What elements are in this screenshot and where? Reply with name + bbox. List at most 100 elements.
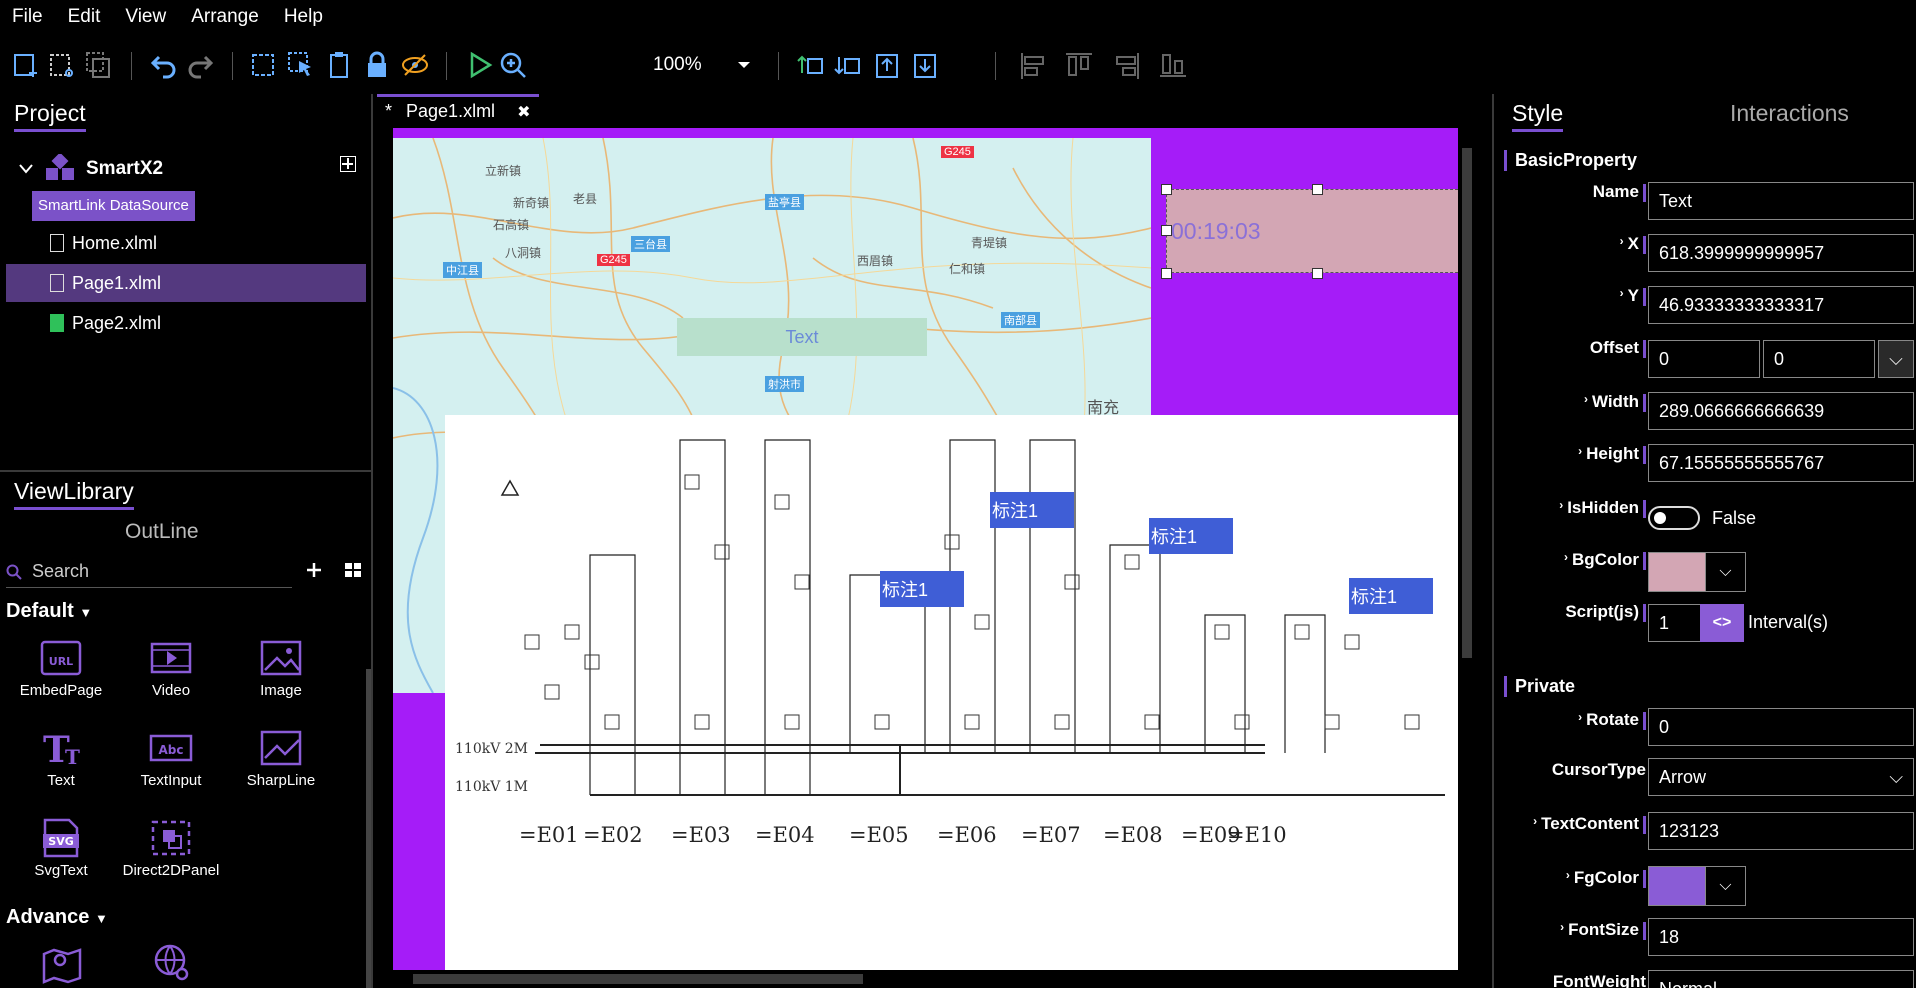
cursortype-select[interactable]: Arrow ⌵: [1648, 758, 1914, 796]
annotation-label[interactable]: 标注1: [880, 571, 964, 607]
viewlibrary-title[interactable]: ViewLibrary: [14, 478, 134, 510]
prop-textcontent-input[interactable]: 123123: [1648, 812, 1914, 850]
design-canvas[interactable]: 立新镇 新奇镇 石高镇 八洞镇 老县 南充 中江县 射洪市 西眉镇 三台县 盐亭…: [377, 128, 1475, 970]
prop-x-input[interactable]: 618.3999999999957: [1648, 234, 1914, 272]
map-place: 八洞镇: [505, 246, 542, 260]
scrollbar-thumb[interactable]: [413, 974, 863, 984]
annotation-label[interactable]: 标注1: [990, 492, 1074, 528]
lib-item-sharpline[interactable]: SharpLine: [226, 728, 336, 789]
single-line-diagram[interactable]: 标注1 标注1 标注1 标注1 110kV 2M 110kV 1M =E01 =…: [445, 415, 1459, 970]
prop-width-input[interactable]: 289.0666666666639: [1648, 392, 1914, 430]
map-icon[interactable]: [40, 944, 84, 984]
select-box-icon[interactable]: [246, 48, 280, 82]
paste-icon[interactable]: [322, 48, 356, 82]
selected-text-element[interactable]: 00:19:03: [1166, 189, 1468, 273]
tree-item-page2[interactable]: Page2.xlml: [6, 304, 366, 342]
bus-label: 110kV 2M: [455, 741, 529, 757]
lib-item-image[interactable]: Image: [226, 638, 336, 699]
close-icon[interactable]: ✖: [517, 102, 530, 122]
annotation-label[interactable]: 标注1: [1349, 578, 1433, 614]
prop-fontsize-input[interactable]: 18: [1648, 918, 1914, 956]
prop-fontweight-label: FontWeight: [1553, 972, 1646, 988]
send-backward-icon[interactable]: [832, 48, 866, 82]
library-scrollbar[interactable]: [366, 669, 371, 988]
outline-tab[interactable]: OutLine: [125, 520, 199, 544]
align-top-icon[interactable]: [1062, 48, 1096, 82]
fgcolor-picker[interactable]: ⌵: [1648, 866, 1746, 906]
search-input[interactable]: Search: [32, 561, 89, 582]
menu-file[interactable]: File: [12, 6, 43, 28]
resize-handle[interactable]: [1161, 268, 1172, 279]
project-root[interactable]: SmartX2: [18, 154, 163, 184]
resize-handle[interactable]: [1161, 184, 1172, 195]
lib-item-text[interactable]: TT Text: [6, 728, 116, 789]
chevron-down-icon[interactable]: [734, 58, 754, 72]
menu-help[interactable]: Help: [284, 6, 323, 28]
tab-page1[interactable]: * Page1.xlml ✖: [377, 94, 539, 126]
chevron-down-icon[interactable]: ⌵: [1705, 867, 1745, 905]
canvas-horizontal-scrollbar[interactable]: [393, 970, 1458, 988]
play-icon[interactable]: [462, 48, 496, 82]
scrollbar-thumb[interactable]: [1462, 148, 1472, 658]
new-page-icon[interactable]: [10, 48, 44, 82]
lib-item-label: SharpLine: [246, 772, 316, 789]
menu-edit[interactable]: Edit: [68, 6, 101, 28]
align-right-icon[interactable]: [1110, 48, 1144, 82]
menu-arrange[interactable]: Arrange: [191, 6, 259, 28]
canvas-vertical-scrollbar[interactable]: [1458, 128, 1476, 970]
chevron-down-icon[interactable]: ⌵: [1705, 553, 1745, 591]
prop-name-input[interactable]: Text: [1648, 182, 1914, 220]
send-to-back-icon[interactable]: [908, 48, 942, 82]
bgcolor-picker[interactable]: ⌵: [1648, 552, 1746, 592]
road-badge: G245: [941, 146, 974, 158]
align-bottom-icon[interactable]: [1156, 48, 1190, 82]
lib-item-embedpage[interactable]: URL EmbedPage: [6, 638, 116, 699]
lib-item-video[interactable]: Video: [116, 638, 226, 699]
map-text-element[interactable]: Text: [677, 318, 927, 356]
globe-search-icon[interactable]: [150, 942, 194, 984]
prop-height-input[interactable]: 67.15555555555767: [1648, 444, 1914, 482]
prop-fontweight-input[interactable]: Normal: [1648, 970, 1914, 988]
ishidden-toggle[interactable]: [1648, 506, 1700, 530]
menu-view[interactable]: View: [125, 6, 166, 28]
chevron-down-icon[interactable]: ⌵: [1878, 340, 1914, 378]
pointer-icon[interactable]: [284, 48, 318, 82]
prop-offset-y-input[interactable]: 0: [1763, 340, 1875, 378]
undo-icon[interactable]: [146, 48, 180, 82]
zoom-icon[interactable]: [496, 48, 530, 82]
copy-icon[interactable]: [82, 48, 116, 82]
library-search[interactable]: Search: [6, 556, 292, 588]
tree-item-page1[interactable]: Page1.xlml: [6, 264, 366, 302]
add-page-icon[interactable]: [340, 156, 356, 172]
bring-forward-icon[interactable]: [795, 48, 829, 82]
chevron-down-icon[interactable]: [18, 163, 34, 175]
cut-icon[interactable]: [46, 48, 80, 82]
resize-handle[interactable]: [1312, 268, 1323, 279]
resize-handle[interactable]: [1161, 225, 1172, 236]
grid-view-icon[interactable]: [344, 562, 362, 578]
datasource-badge[interactable]: SmartLink DataSource: [32, 191, 195, 221]
tab-interactions[interactable]: Interactions: [1730, 100, 1849, 127]
section-advance[interactable]: Advance ▼: [6, 906, 108, 929]
bring-to-front-icon[interactable]: [870, 48, 904, 82]
lib-item-svgtext[interactable]: SVG SvgText: [6, 818, 116, 879]
prop-offset-x-input[interactable]: 0: [1648, 340, 1760, 378]
plus-icon[interactable]: [306, 562, 322, 578]
annotation-label[interactable]: 标注1: [1149, 518, 1233, 554]
align-left-icon[interactable]: [1016, 48, 1050, 82]
visibility-icon[interactable]: [398, 48, 432, 82]
project-title[interactable]: Project: [14, 100, 86, 132]
redo-icon[interactable]: [184, 48, 218, 82]
resize-handle[interactable]: [1312, 184, 1323, 195]
script-interval-input[interactable]: 1: [1648, 604, 1704, 642]
lib-item-direct2dpanel[interactable]: Direct2DPanel: [116, 818, 226, 879]
script-editor-button[interactable]: <>: [1700, 604, 1744, 642]
tab-style[interactable]: Style: [1512, 100, 1564, 132]
lock-icon[interactable]: [360, 48, 394, 82]
map-place: 仁和镇: [949, 262, 986, 276]
prop-y-input[interactable]: 46.93333333333317: [1648, 286, 1914, 324]
prop-rotate-input[interactable]: 0: [1648, 708, 1914, 746]
lib-item-textinput[interactable]: Abc TextInput: [116, 728, 226, 789]
tree-item-home[interactable]: Home.xlml: [6, 224, 366, 262]
section-default[interactable]: Default ▼: [6, 600, 92, 623]
